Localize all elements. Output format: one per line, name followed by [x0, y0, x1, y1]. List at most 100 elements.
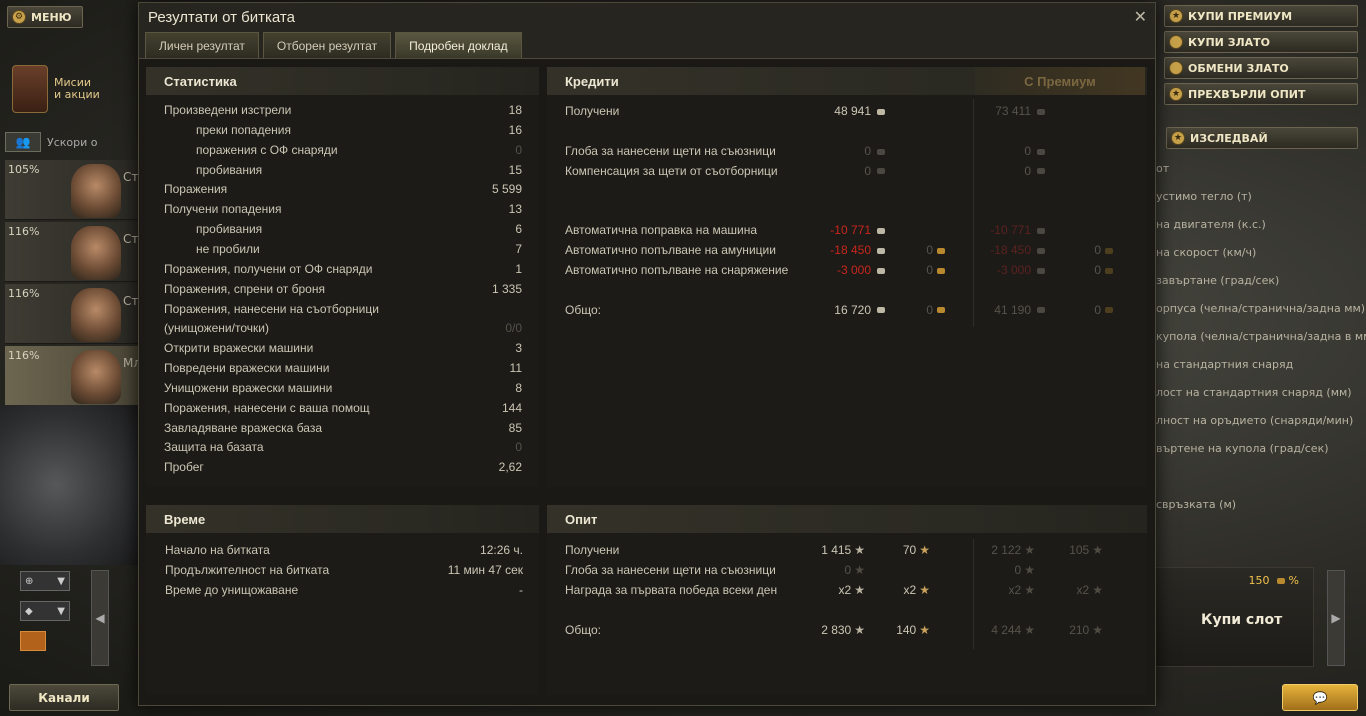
xp-value-amount: x2 — [838, 583, 852, 597]
stat-label: пробивания — [196, 162, 263, 177]
stat-row: пробивания 15 — [196, 163, 522, 183]
tab-personal-result[interactable]: Личен резултат — [145, 32, 259, 58]
stat-label: Открити вражески машини — [164, 341, 314, 356]
battle-results-window: Резултати от битката ✕ Личен резултат От… — [138, 2, 1156, 706]
experience-panel: Опит Получени 1 415 ★ 70 ★ 2 122 ★ 105 ★ Глоба за… — [547, 505, 1147, 695]
crew-member[interactable]: 105% Ст — [5, 160, 138, 220]
missions-button[interactable]: Мисии и акции — [12, 60, 136, 118]
premium-free-xp-value-amount: 105 — [1069, 543, 1090, 557]
research-button[interactable]: ★ ИЗСЛЕДВАЙ — [1166, 127, 1358, 149]
window-title: Резултати от битката — [148, 9, 295, 26]
xp-star-icon: ★ — [854, 543, 865, 557]
statistics-panel: Статистика Произведени изстрели 18 преки п… — [146, 67, 539, 487]
free-xp-star-icon: ★ — [1092, 543, 1103, 557]
crew-portrait — [71, 288, 121, 342]
channels-button[interactable]: Канали — [9, 684, 119, 711]
xp-label: Глоба за нанесени щети на съюзници — [565, 563, 776, 577]
exchange-icon — [1169, 61, 1183, 75]
stat-row: Завладяване вражеска база 85 — [164, 421, 522, 441]
stat-label: преки попадения — [196, 122, 291, 137]
chat-button[interactable]: 💬 — [1282, 684, 1358, 711]
crew-member[interactable]: 116% Мл — [5, 346, 141, 406]
xp-value-amount: 0 — [844, 563, 852, 577]
premium-free-xp-value-amount: x2 — [1076, 583, 1090, 597]
carousel-left-arrow[interactable]: ◀ — [91, 570, 109, 666]
stat-value: 13 — [508, 202, 522, 217]
stat-label: (унищожени/точки) — [164, 321, 269, 336]
star-icon: ★ — [1171, 131, 1185, 145]
carousel-right-arrow[interactable]: ▶ — [1327, 570, 1345, 666]
exchange-gold-button[interactable]: ОБМЕНИ ЗЛАТО — [1164, 57, 1358, 79]
stat-row: пробивания 6 — [196, 222, 522, 242]
premium-credit-amount: 41 190 — [994, 302, 1031, 317]
credit-value: -10 771 — [830, 223, 885, 237]
crew-name: Ст — [123, 294, 139, 308]
credits-icon — [1037, 227, 1045, 234]
time-label: Продължителност на битката — [165, 563, 330, 577]
credit-value: 16 720 — [834, 303, 885, 317]
stat-row: Повредени вражески машини 11 — [164, 361, 522, 381]
premium-xp-value-amount: 0 — [1014, 563, 1022, 577]
crew-filter-label[interactable]: Ускори о — [47, 136, 97, 149]
type-filter[interactable]: ◆ ▼ — [20, 601, 70, 621]
stat-value: 0 — [515, 142, 522, 157]
spec-label: на двигателя (к.с.) — [1156, 218, 1266, 231]
stat-row: преки попадения 16 — [196, 123, 522, 143]
xp-value-amount: 1 415 — [821, 543, 852, 557]
tab-detailed-report[interactable]: Подробен доклад — [395, 32, 522, 58]
premium-gold-amount: 0 — [1094, 242, 1101, 257]
stat-row: Пробег 2,62 — [164, 460, 522, 480]
premium-xp-value: x2 ★ — [1009, 583, 1035, 597]
buy-premium-button[interactable]: ★ КУПИ ПРЕМИУМ — [1164, 5, 1358, 27]
premium-gold-value: 0 — [1094, 303, 1113, 317]
tab-team-result[interactable]: Отборен резултат — [262, 32, 392, 58]
time-panel: Време Начало на битката 12:26 ч. Продължит… — [146, 505, 539, 695]
stat-row: не пробили 7 — [196, 242, 522, 262]
tank-type-icon: ◆ — [25, 605, 33, 617]
credit-row: Общо: 16 720 0 41 190 0 — [565, 303, 1135, 323]
credits-icon — [1037, 168, 1045, 175]
premium-credit-amount: -18 450 — [990, 242, 1031, 257]
star-icon: ★ — [1169, 9, 1183, 23]
credit-label: Компенсация за щети от съотборници — [565, 163, 778, 178]
crew-member[interactable]: 116% Ст — [5, 222, 138, 282]
credit-label: Получени — [565, 104, 620, 118]
xp-label: Получени — [565, 543, 620, 557]
close-icon[interactable]: ✕ — [1134, 7, 1147, 26]
stat-value: 0 — [515, 440, 522, 455]
crew-member[interactable]: 116% Ст — [5, 284, 138, 344]
spec-label: купола (челна/странична/задна в мм) — [1156, 330, 1366, 343]
slot-label: Купи слот — [1201, 612, 1283, 628]
xp-value: x2 ★ — [839, 583, 865, 597]
stat-label: Поражения — [164, 182, 228, 197]
buy-slot-button[interactable]: 150 % Купи слот — [1154, 567, 1314, 667]
stat-label: Завладяване вражеска база — [164, 420, 323, 435]
menu-button[interactable]: ⚙ МЕНЮ — [7, 6, 83, 28]
spec-label: устимо тегло (т) — [1156, 190, 1252, 203]
premium-gold-amount: 0 — [1094, 262, 1101, 277]
transfer-xp-button[interactable]: ★ ПРЕХВЪРЛИ ОПИТ — [1164, 83, 1358, 105]
credit-row: Глоба за нанесени щети на съюзници 0 0 — [565, 144, 1135, 164]
free-xp-value-amount: 140 — [896, 623, 917, 637]
time-value: 11 мин 47 сек — [447, 563, 523, 577]
crew-icon[interactable]: 👥 — [5, 132, 41, 152]
stat-value: 15 — [508, 162, 522, 177]
stat-label: поражения с ОФ снаряди — [196, 142, 338, 157]
credits-icon — [877, 247, 885, 254]
stat-value: 11 — [509, 361, 522, 376]
premium-xp-value: 4 244 ★ — [991, 623, 1035, 637]
crew-skill-percent: 105% — [8, 163, 40, 176]
xp-value: 1 415 ★ — [821, 543, 865, 557]
premium-credit-value: -18 450 — [990, 243, 1045, 257]
credit-value: 48 941 — [834, 104, 885, 118]
spec-label: завъртане (град/сек) — [1156, 274, 1280, 287]
stat-label: Произведени изстрели — [164, 103, 292, 117]
button-label: КУПИ ЗЛАТО — [1188, 35, 1271, 49]
credit-value: 0 — [864, 144, 885, 158]
nation-filter[interactable]: ⊕ ▼ — [20, 571, 70, 591]
spec-label: въртене на купола (град/сек) — [1156, 442, 1329, 455]
premium-gold-value: 0 — [1094, 263, 1113, 277]
credits-icon — [1037, 247, 1045, 254]
level-filter[interactable] — [20, 631, 46, 651]
buy-gold-button[interactable]: КУПИ ЗЛАТО — [1164, 31, 1358, 53]
